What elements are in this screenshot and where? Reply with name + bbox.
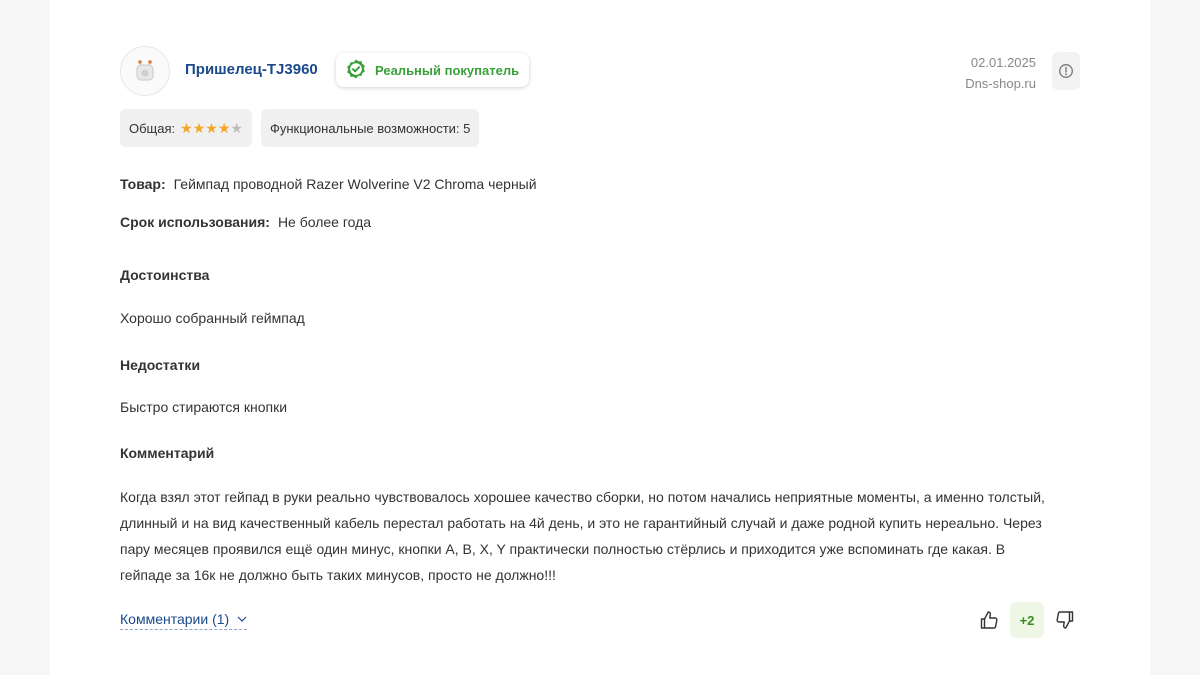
vote-controls: +2 <box>974 602 1080 638</box>
product-label: Товар: <box>120 176 166 192</box>
review-source: Dns-shop.ru <box>965 76 1036 91</box>
info-icon <box>1059 64 1073 78</box>
star-icon: ★ <box>230 120 243 136</box>
cons-text: Быстро стираются кнопки <box>120 399 288 415</box>
chevron-down-icon <box>237 616 247 622</box>
thumbs-down-icon <box>1056 611 1074 629</box>
info-button[interactable] <box>1052 52 1080 90</box>
review-date: 02.01.2025 <box>970 55 1036 70</box>
vote-count: +2 <box>1010 602 1044 638</box>
star-icon: ★ <box>217 120 231 136</box>
like-button[interactable] <box>974 602 1004 638</box>
star-icon: ★ <box>192 120 206 136</box>
star-icon: ★ <box>205 120 218 136</box>
cons-title: Недостатки <box>120 357 201 373</box>
avatar[interactable] <box>120 46 170 96</box>
verified-check-icon <box>344 58 368 82</box>
feature-rating-label: Функциональные возможности: 5 <box>269 120 471 136</box>
usage-row: Срок использования: Не более года <box>120 214 371 230</box>
verified-buyer-label: Реальный покупатель <box>375 62 520 78</box>
review-meta: 02.01.2025 Dns-shop.ru <box>965 52 1036 94</box>
overall-rating-label: Общая: <box>129 120 176 136</box>
star-icon: ★ <box>180 120 193 136</box>
comment-text: Когда взял этот гейпад в руки реально чу… <box>120 489 1045 583</box>
comment-title: Комментарий <box>120 445 215 461</box>
usage-label: Срок использования: <box>120 214 270 230</box>
pros-title: Достоинства <box>120 267 210 283</box>
pros-text: Хорошо собранный геймпад <box>120 310 305 326</box>
review-card: Пришелец-TJ3960 Реальный покупатель 02.0… <box>50 0 1150 675</box>
verified-buyer-badge: Реальный покупатель <box>336 53 530 87</box>
comments-toggle-link[interactable]: Комментарии (1) <box>120 611 248 630</box>
author-name[interactable]: Пришелец-TJ3960 <box>185 61 318 78</box>
avatar-robot-icon <box>136 60 154 81</box>
thumbs-up-icon <box>980 611 998 629</box>
ratings-row: Общая: ★ ★ ★ ★ ★ Функциональные возможности:… <box>120 109 480 147</box>
product-value: Геймпад проводной Razer Wolverine V2 Chr… <box>173 176 537 192</box>
review-header: Пришелец-TJ3960 Реальный покупатель 02.0… <box>120 46 1080 100</box>
overall-rating-stars: ★ ★ ★ ★ ★ <box>180 121 243 135</box>
overall-rating-chip: Общая: ★ ★ ★ ★ ★ <box>120 109 252 147</box>
product-row: Товар: Геймпад проводной Razer Wolverine … <box>120 176 537 192</box>
dislike-button[interactable] <box>1050 602 1080 638</box>
usage-value: Не более года <box>277 214 372 230</box>
feature-rating-chip: Функциональные возможности: 5 <box>260 109 480 147</box>
comments-link-label: Комментарии (1) <box>120 611 230 627</box>
